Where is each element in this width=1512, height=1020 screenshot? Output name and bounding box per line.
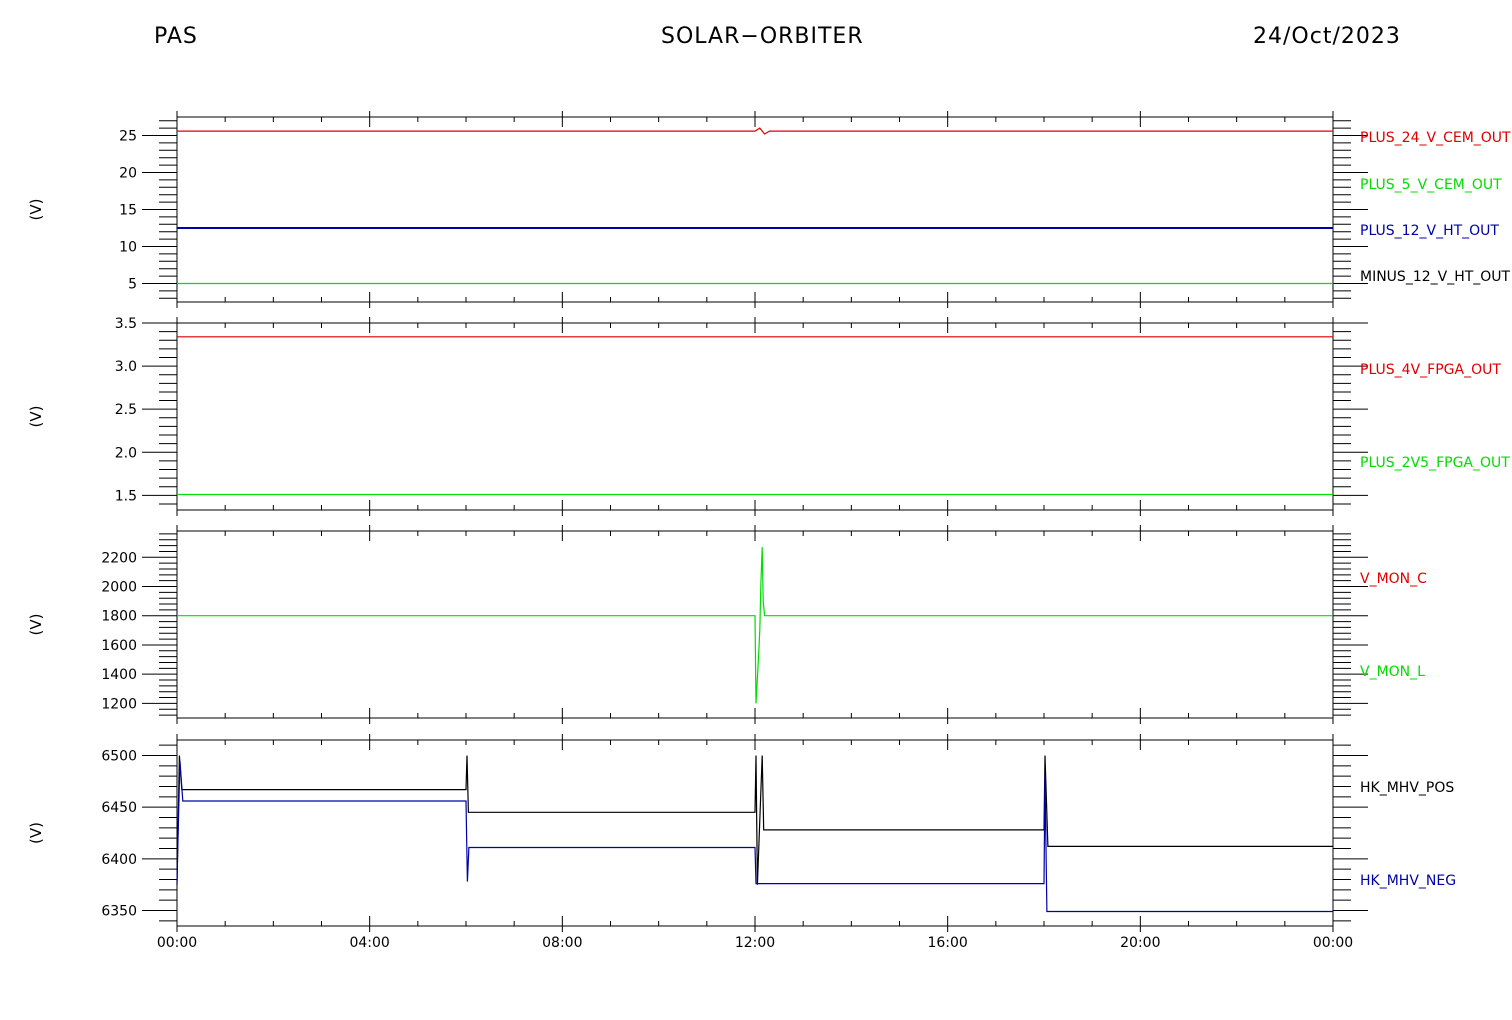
legend-label: MINUS_12_V_HT_OUT <box>1360 269 1511 285</box>
y-tick-label: 3.0 <box>115 359 137 375</box>
y-tick-label: 1.5 <box>115 488 137 504</box>
legend-label: PLUS_12_V_HT_OUT <box>1360 223 1499 239</box>
legend-label: PLUS_5_V_CEM_OUT <box>1360 177 1502 193</box>
y-tick-label: 6450 <box>101 800 137 816</box>
y-tick-label: 6350 <box>101 904 137 920</box>
legend-label: HK_MHV_POS <box>1360 780 1454 796</box>
y-tick-label: 20 <box>119 166 137 182</box>
y-axis-label: (V) <box>27 822 45 844</box>
y-axis-label: (V) <box>27 406 45 428</box>
y-tick-label: 2.0 <box>115 445 137 461</box>
plot-frame <box>176 739 1334 927</box>
panel-4: 6350 6400 6450 6500 (V) HK_MHV_POS HK_MHV_NEG <box>27 734 1456 932</box>
y-tick-label: 2000 <box>101 580 137 596</box>
y-tick-label: 10 <box>119 240 137 256</box>
panel-3: 1200 1400 1600 1800 2000 2200 (V) V_MON_C V_MON_… <box>27 525 1427 724</box>
y-axis-label: (V) <box>27 614 45 636</box>
series-line-plus-24-v-cem-out <box>177 127 1333 135</box>
y-tick-label: 2.5 <box>115 402 137 418</box>
y-tick-label: 6500 <box>101 749 137 765</box>
series-line-v-mon-l <box>177 547 1333 704</box>
x-tick-label: 08:00 <box>542 935 582 951</box>
legend-label: HK_MHV_NEG <box>1360 873 1456 889</box>
y-tick-label: 2200 <box>101 550 137 566</box>
y-tick-label: 6400 <box>101 852 137 868</box>
plot-frame <box>176 116 1334 303</box>
y-tick-label: 15 <box>119 203 137 219</box>
y-axis-label: (V) <box>27 199 45 221</box>
legend-label: PLUS_4V_FPGA_OUT <box>1360 362 1501 378</box>
chart-figure: 5 10 15 20 25 (V) PLUS_24_V_CEM_OUT PLUS_5_V_CE… <box>27 111 1511 951</box>
y-tick-label: 3.5 <box>115 316 137 332</box>
y-tick-label: 1200 <box>101 696 137 712</box>
panel-2: 1.5 2.0 2.5 3.0 3.5 (V) PLUS_4V_FPGA_OUT PLUS_2… <box>27 316 1510 516</box>
legend-label: V_MON_C <box>1360 571 1427 587</box>
y-tick-label: 1800 <box>101 609 137 625</box>
x-tick-label: 12:00 <box>735 935 775 951</box>
legend-label: V_MON_L <box>1360 664 1425 680</box>
y-tick-label: 1400 <box>101 667 137 683</box>
y-tick-label: 25 <box>119 129 137 145</box>
x-tick-label: 04:00 <box>349 935 389 951</box>
x-tick-label: 00:00 <box>157 935 197 951</box>
plot-frame <box>176 322 1334 511</box>
panel-1: 5 10 15 20 25 (V) PLUS_24_V_CEM_OUT PLUS_5_V_CE… <box>27 111 1511 308</box>
x-tick-label: 00:00 <box>1313 935 1353 951</box>
y-tick-label: 1600 <box>101 638 137 654</box>
y-tick-label: 5 <box>128 277 137 293</box>
legend-label: PLUS_24_V_CEM_OUT <box>1360 130 1511 146</box>
x-tick-label: 16:00 <box>927 935 967 951</box>
x-tick-label: 20:00 <box>1120 935 1160 951</box>
legend-label: PLUS_2V5_FPGA_OUT <box>1360 455 1510 471</box>
